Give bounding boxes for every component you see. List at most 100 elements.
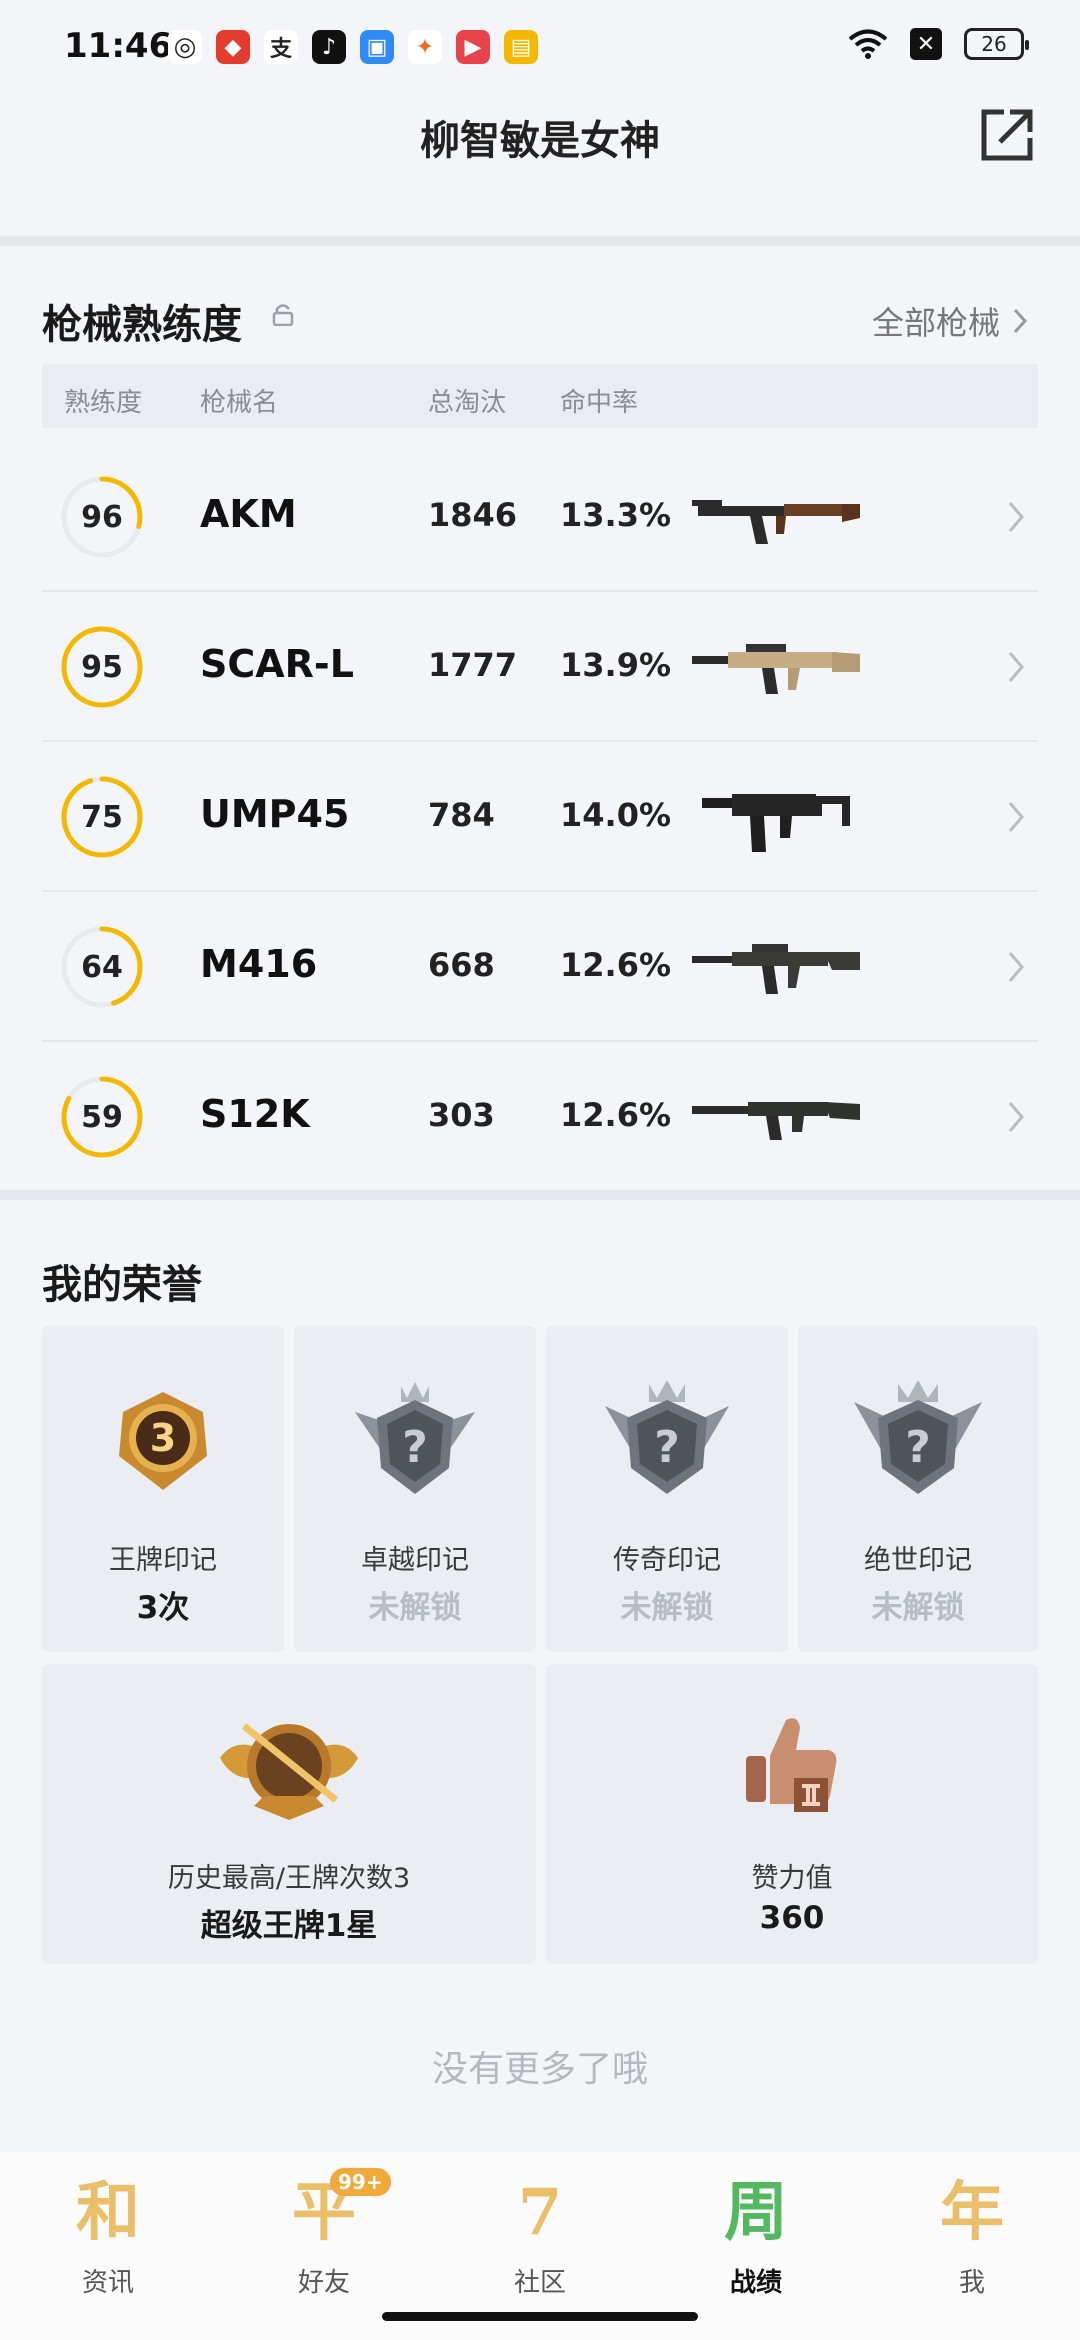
honor-value: 3次 [136, 1590, 190, 1626]
honor-value: 未解锁 [368, 1590, 462, 1626]
weapon-name: S12K [200, 1092, 310, 1136]
weapon-row-akm[interactable]: 96 AKM 1846 13.3% [42, 442, 1038, 592]
honors-section-title: 我的荣誉 [42, 1262, 202, 1308]
akm-rifle-image [692, 500, 860, 544]
chevron-right-icon [1008, 502, 1024, 532]
chevron-right-icon [1008, 802, 1024, 832]
nav-label: 战绩 [729, 2268, 782, 2298]
proficiency-value: 96 [81, 499, 123, 535]
locked-badge-icon: ? [355, 1382, 475, 1494]
proficiency-value: 59 [81, 1099, 123, 1135]
honor-value: 未解锁 [871, 1590, 965, 1626]
locked-badge-icon: ? [605, 1380, 729, 1494]
chevron-right-icon [1008, 1102, 1024, 1132]
honor-card-likes[interactable]: 赞力值 360 [546, 1664, 1038, 1964]
honor-card-peerless[interactable]: ? 绝世印记 未解锁 [798, 1326, 1038, 1652]
honor-card-excellence[interactable]: ? 卓越印记 未解锁 [294, 1326, 536, 1652]
honor-value: 超级王牌1星 [200, 1908, 378, 1944]
weapon-kills: 303 [428, 1096, 495, 1134]
scar-l-rifle-image [692, 644, 860, 694]
share-button[interactable] [978, 106, 1036, 164]
col-proficiency: 熟练度 [64, 388, 143, 418]
home-indicator[interactable] [382, 2312, 698, 2321]
honor-card-highest-tier[interactable]: 历史最高/王牌次数3 超级王牌1星 [42, 1664, 536, 1964]
proficiency-value: 64 [81, 949, 123, 985]
lock-icon[interactable] [272, 302, 294, 326]
col-kills: 总淘汰 [428, 388, 507, 418]
weapon-kills: 1846 [428, 496, 518, 534]
locked-badge-icon: ? [854, 1380, 982, 1494]
honor-card-legend[interactable]: ? 传奇印记 未解锁 [546, 1326, 788, 1652]
nav-label: 社区 [513, 2268, 566, 2298]
weapon-row-ump45[interactable]: 75 UMP45 784 14.0% [42, 742, 1038, 892]
weapon-section-title: 枪械熟练度 [42, 302, 242, 348]
svg-text:?: ? [905, 1422, 931, 1473]
weapon-name: M416 [200, 942, 318, 986]
community-tab-icon: 7 [517, 2175, 563, 2250]
honor-value: 未解锁 [620, 1590, 714, 1626]
chevron-right-icon [1013, 308, 1028, 334]
section-divider [0, 236, 1080, 246]
chevron-right-icon [1008, 652, 1024, 682]
end-of-list-text: 没有更多了哦 [431, 2049, 648, 2090]
nav-label: 好友 [297, 2268, 350, 2298]
weapon-row-m416[interactable]: 64 M416 668 12.6% [42, 892, 1038, 1042]
weapon-kills: 1777 [428, 646, 518, 684]
wechat-icon: ◎ [168, 30, 202, 64]
nav-label: 资讯 [81, 2268, 134, 2298]
status-time: 11:46 [64, 26, 173, 66]
super-ace-tier-badge-icon [220, 1723, 358, 1820]
weapon-hit-rate: 12.6% [560, 1096, 672, 1134]
honor-value: 360 [759, 1900, 825, 1936]
weapon-name: UMP45 [200, 792, 350, 836]
nav-item-record[interactable]: 周 战绩 [676, 2170, 836, 2299]
all-weapons-label: 全部枪械 [871, 304, 1000, 342]
weapon-name: SCAR-L [200, 642, 354, 686]
weapon-name: AKM [200, 492, 297, 536]
honor-label: 绝世印记 [864, 1545, 972, 1576]
nav-item-me[interactable]: 年 我 [892, 2170, 1052, 2299]
weapon-row-s12k[interactable]: 59 S12K 303 12.6% [42, 1042, 1038, 1192]
svg-text:?: ? [654, 1422, 680, 1473]
ump45-smg-image [702, 794, 850, 852]
honor-card-ace[interactable]: 3 王牌印记 3次 [42, 1326, 284, 1652]
nav-label: 我 [958, 2268, 985, 2298]
weapon-hit-rate: 13.9% [560, 646, 672, 684]
weapon-kills: 668 [428, 946, 495, 984]
nav-item-news[interactable]: 和 资讯 [28, 2170, 188, 2299]
alipay-icon: 支 [264, 30, 298, 64]
weapon-table-header: 熟练度 枪械名 总淘汰 命中率 [42, 364, 1038, 428]
nav-item-community[interactable]: 7 社区 [460, 2170, 620, 2299]
honor-label: 王牌印记 [109, 1545, 217, 1576]
honor-label: 卓越印记 [361, 1545, 469, 1576]
status-bar: 11:46 ◎ ◆ 支 ♪ ▣ ✦ ▶ ▤ ✕ 26 [0, 0, 1080, 96]
app-red-icon: ◆ [216, 30, 250, 64]
chevron-right-icon [1008, 952, 1024, 982]
honor-label: 赞力值 [751, 1863, 833, 1894]
app-yellow-icon: ▤ [504, 30, 538, 64]
m416-rifle-image [692, 944, 860, 994]
me-tab-icon: 年 [940, 2175, 1004, 2250]
weapon-hit-rate: 12.6% [560, 946, 672, 984]
weapon-kills: 784 [428, 796, 495, 834]
weapon-hit-rate: 13.3% [560, 496, 672, 534]
app-blue-icon: ▣ [360, 30, 394, 64]
friends-count-badge: 99+ [330, 2168, 391, 2196]
wifi-icon [848, 29, 888, 59]
notification-icons: ◎ ◆ 支 ♪ ▣ ✦ ▶ ▤ [168, 30, 538, 64]
system-icons: ✕ 26 [848, 28, 1029, 60]
app-orange-icon: ✦ [408, 30, 442, 64]
weapon-row-scar-l[interactable]: 95 SCAR-L 1777 13.9% [42, 592, 1038, 742]
tiktok-icon: ♪ [312, 30, 346, 64]
nav-item-friends[interactable]: 平 99+ 好友 [244, 2168, 404, 2299]
all-weapons-link[interactable]: 全部枪械 [872, 298, 1028, 344]
video-app-icon: ▶ [456, 30, 490, 64]
battery-indicator: 26 [964, 28, 1029, 60]
record-tab-icon: 周 [724, 2175, 788, 2250]
page-title: 柳智敏是女神 [420, 118, 660, 164]
weapon-hit-rate: 14.0% [560, 796, 672, 834]
ace-badge-number: 3 [150, 1416, 176, 1460]
notification-x-icon: ✕ [910, 28, 942, 60]
ace-mark-badge-icon: 3 [119, 1392, 207, 1490]
svg-text:?: ? [402, 1422, 428, 1473]
